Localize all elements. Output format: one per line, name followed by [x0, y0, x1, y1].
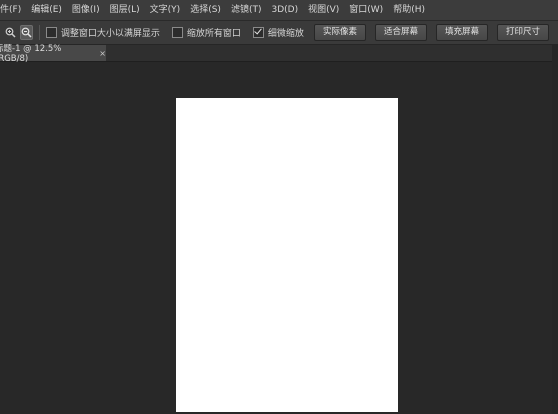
separator [39, 25, 40, 40]
menu-3d[interactable]: 3D(D) [266, 0, 303, 20]
zoom-all-windows-checkbox[interactable] [171, 27, 183, 38]
menu-image[interactable]: 图像(I) [67, 0, 105, 20]
document-tab-bar: 标题-1 @ 12.5%(RGB/8) × [0, 44, 558, 64]
document-tab[interactable]: 标题-1 @ 12.5%(RGB/8) × [0, 44, 106, 64]
zoom-out-button[interactable] [20, 25, 34, 40]
document-canvas[interactable] [176, 98, 398, 412]
zoom-out-icon [21, 27, 32, 38]
actual-pixels-button[interactable]: 实际像素 [313, 24, 366, 41]
document-tab-title: 标题-1 @ 12.5%(RGB/8) [0, 44, 62, 64]
scrubby-zoom-checkbox[interactable] [252, 27, 264, 38]
menu-filter[interactable]: 滤镜(T) [226, 0, 267, 20]
close-icon[interactable]: × [99, 49, 106, 58]
resize-windows-label: 调整窗口大小以满屏显示 [60, 29, 160, 39]
menu-edit[interactable]: 编辑(E) [26, 0, 67, 20]
fit-screen-button[interactable]: 适合屏幕 [374, 24, 427, 41]
menu-window[interactable]: 窗口(W) [344, 0, 388, 20]
scrubby-zoom-label: 细微缩放 [267, 29, 304, 39]
canvas-workspace[interactable] [0, 62, 558, 414]
menu-bar: 件(F) 编辑(E) 图像(I) 图层(L) 文字(Y) 选择(S) 滤镜(T)… [0, 0, 558, 21]
print-size-button[interactable]: 打印尺寸 [496, 24, 549, 41]
menu-select[interactable]: 选择(S) [185, 0, 226, 20]
menu-help[interactable]: 帮助(H) [388, 0, 430, 20]
resize-windows-checkbox[interactable] [45, 27, 57, 38]
window-edge [552, 45, 558, 414]
menu-file[interactable]: 件(F) [0, 0, 26, 20]
menu-type[interactable]: 文字(Y) [145, 0, 186, 20]
zoom-in-button[interactable] [4, 25, 16, 40]
fill-screen-button[interactable]: 填充屏幕 [435, 24, 488, 41]
zoom-all-windows-label: 缩放所有窗口 [186, 29, 241, 39]
zoom-in-icon [5, 27, 16, 38]
menu-view[interactable]: 视图(V) [303, 0, 344, 20]
menu-layer[interactable]: 图层(L) [105, 0, 145, 20]
